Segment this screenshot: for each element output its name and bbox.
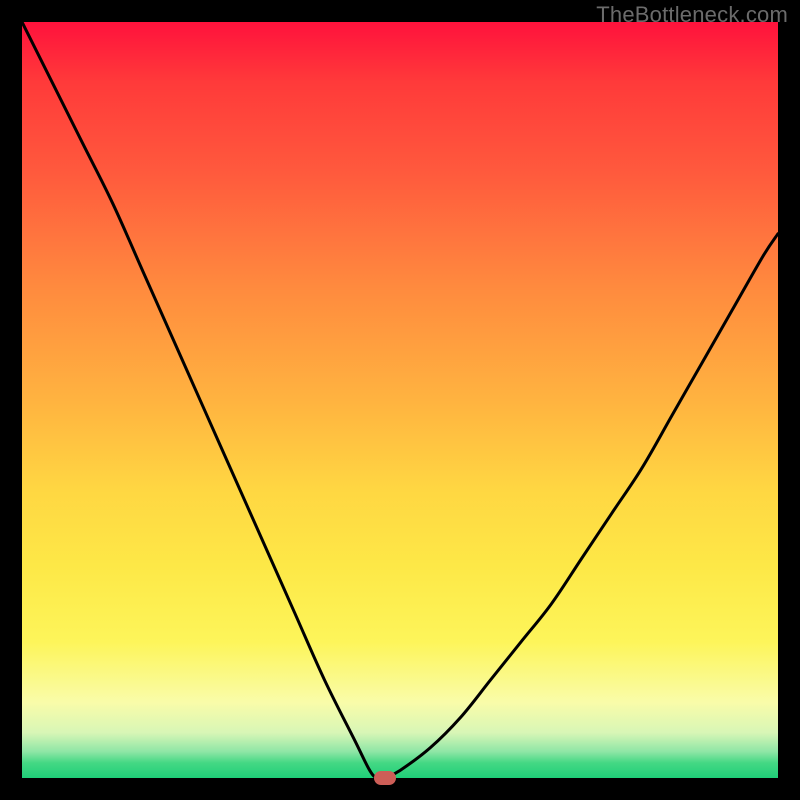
plot-area <box>22 22 778 778</box>
bottleneck-marker <box>374 771 396 785</box>
curve-right-branch <box>385 234 778 778</box>
bottleneck-curve <box>22 22 778 778</box>
chart-frame: TheBottleneck.com <box>0 0 800 800</box>
curve-left-branch <box>22 22 385 778</box>
